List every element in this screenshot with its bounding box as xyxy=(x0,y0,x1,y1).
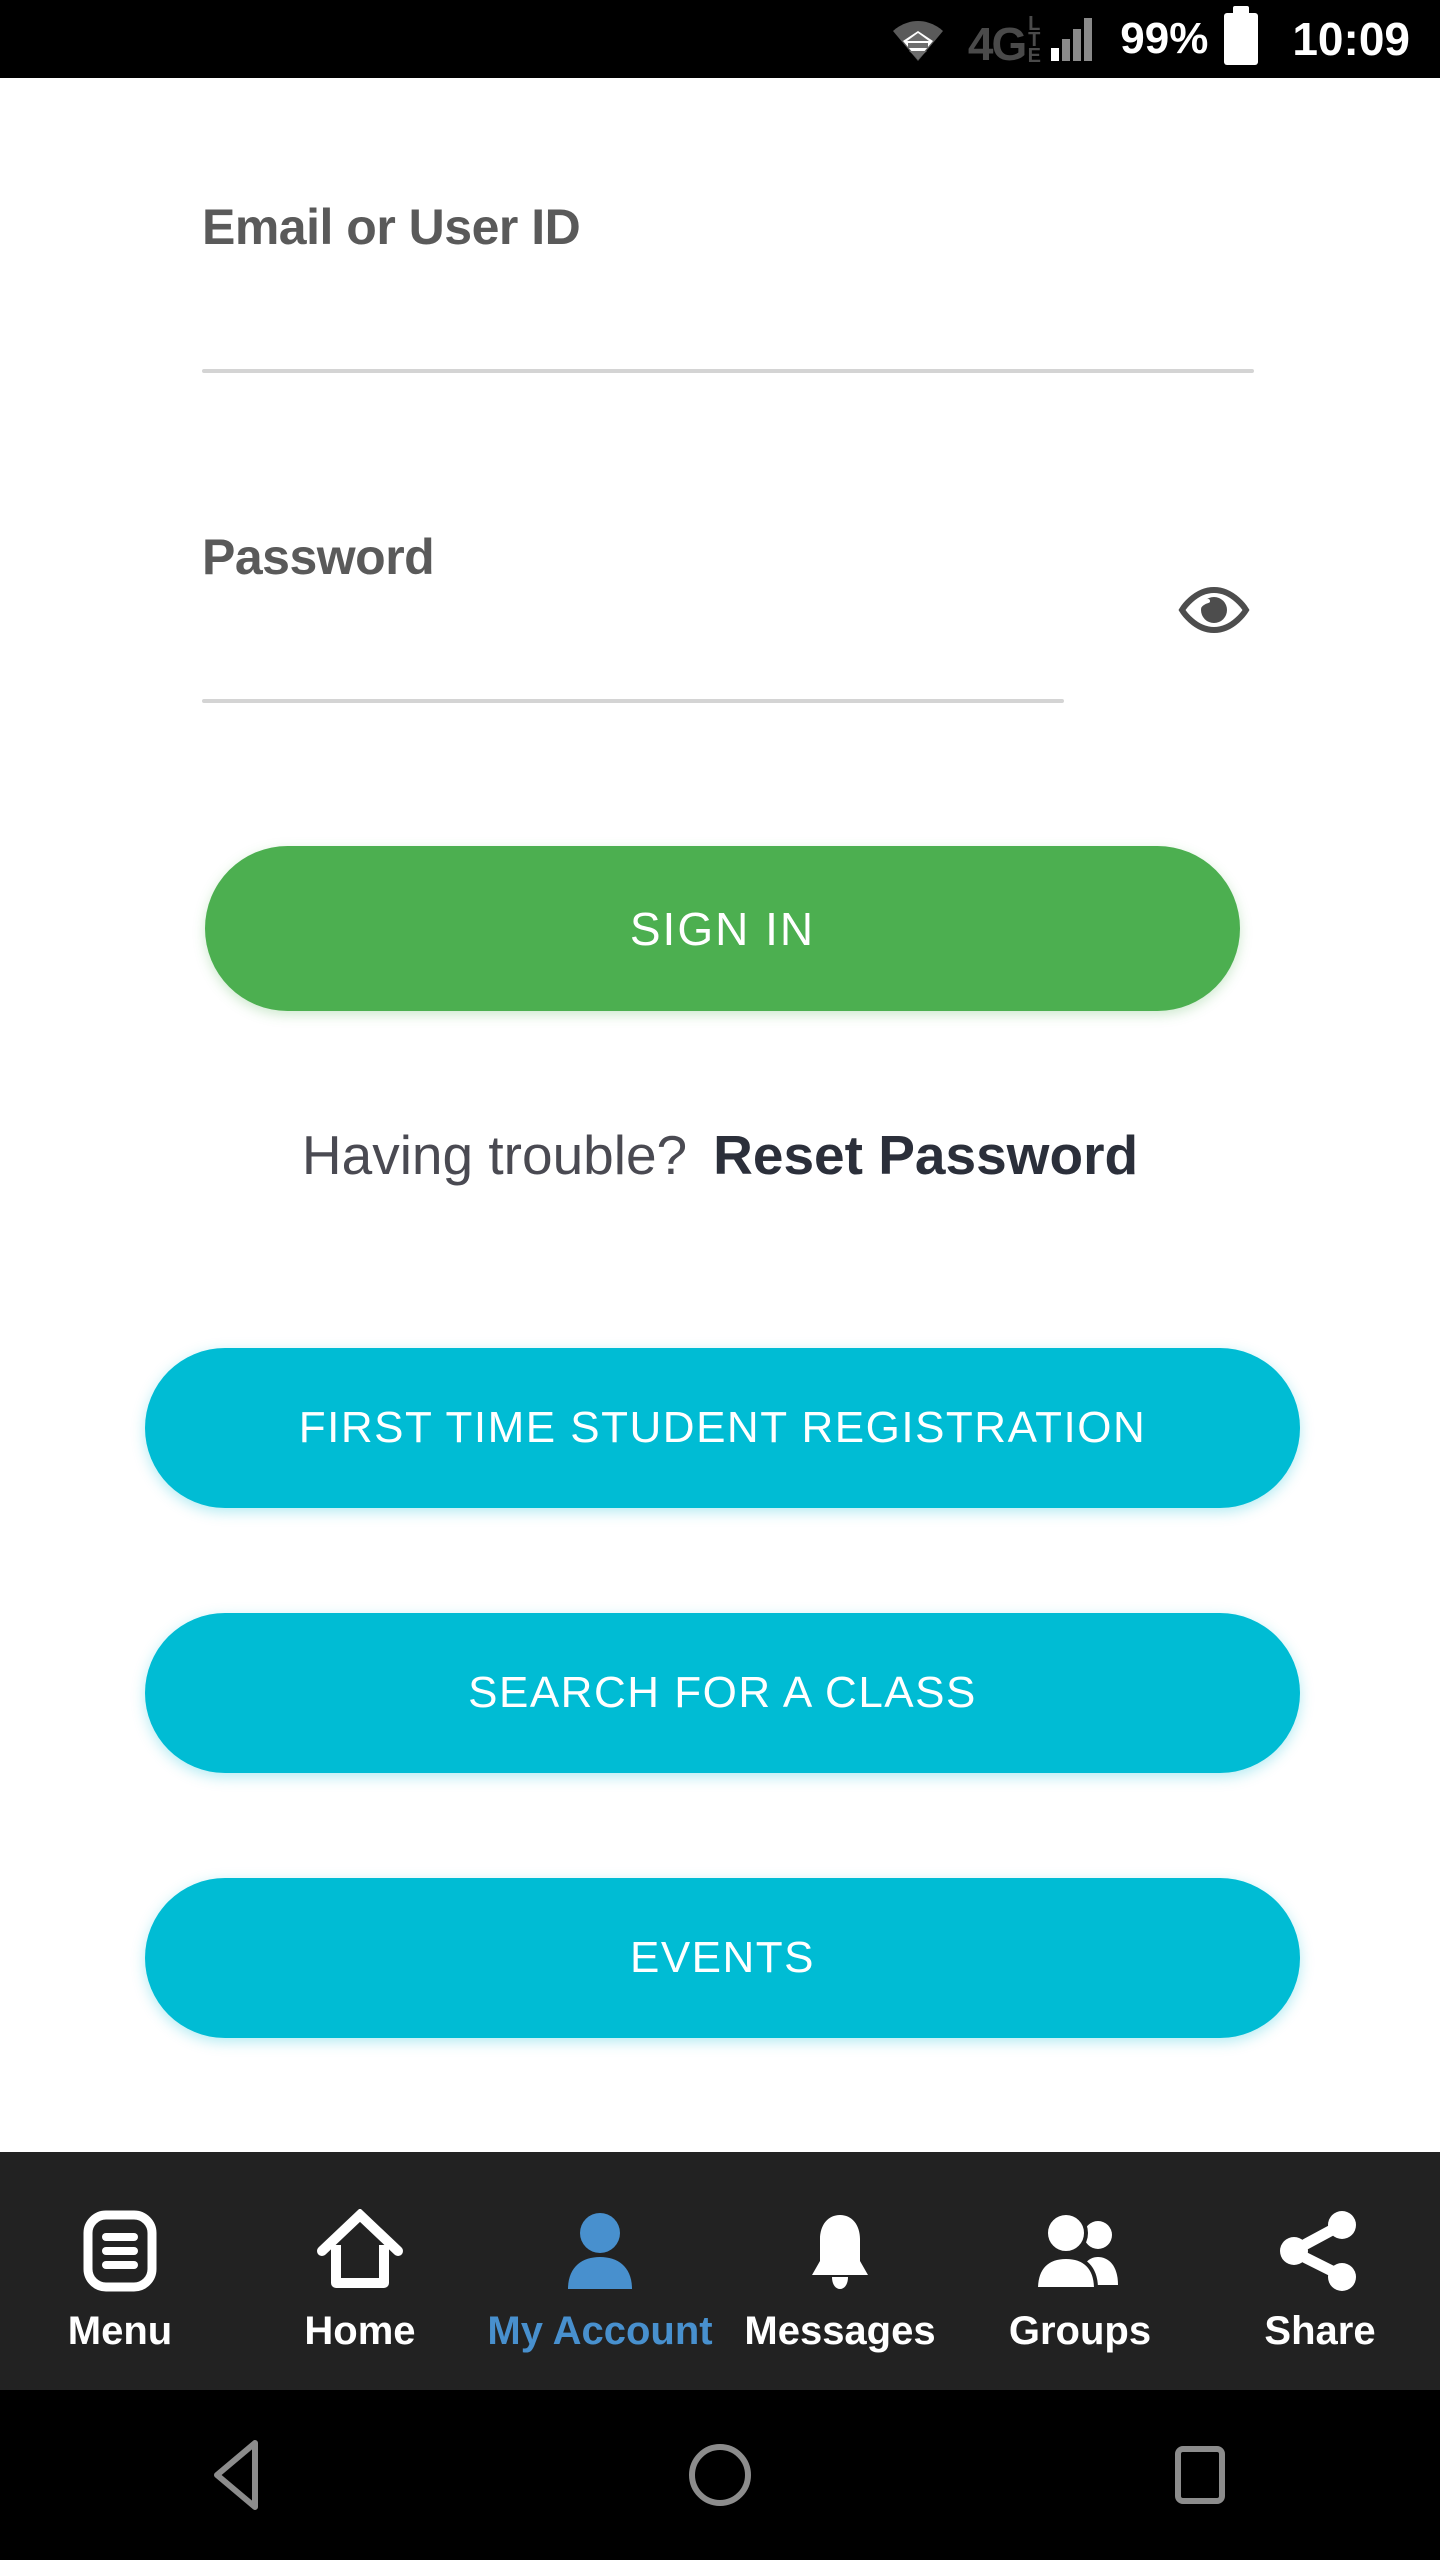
email-input[interactable] xyxy=(202,369,1254,373)
search-for-a-class-button[interactable]: SEARCH FOR A CLASS xyxy=(145,1613,1300,1773)
nav-item-share[interactable]: Share xyxy=(1200,2152,1440,2390)
nav-label-menu: Menu xyxy=(67,2308,173,2353)
nav-label-messages: Messages xyxy=(744,2308,936,2353)
nav-item-messages[interactable]: Messages xyxy=(720,2152,960,2390)
first-time-student-registration-button[interactable]: FIRST TIME STUDENT REGISTRATION xyxy=(145,1348,1300,1508)
nav-label-groups: Groups xyxy=(1008,2308,1152,2353)
bell-icon xyxy=(800,2207,880,2295)
status-bar-clock: 10:09 xyxy=(1292,13,1410,65)
nav-item-groups[interactable]: Groups xyxy=(960,2152,1200,2390)
nav-label-share: Share xyxy=(1264,2308,1376,2353)
signal-bars-icon xyxy=(1051,17,1093,61)
bottom-navigation-bar: Menu Home My Account Messages Groups Sha… xyxy=(0,2152,1440,2390)
main-content: Email or User ID Password SIGN IN Having… xyxy=(0,78,1440,2152)
wifi-icon xyxy=(890,15,946,63)
email-field-label: Email or User ID xyxy=(202,199,581,255)
menu-icon xyxy=(80,2207,160,2295)
password-field-group: Password xyxy=(0,528,1440,703)
people-icon xyxy=(1030,2207,1130,2295)
password-input[interactable] xyxy=(202,699,1064,703)
nav-label-my-account: My Account xyxy=(487,2308,713,2353)
help-row: Having trouble? Reset Password xyxy=(0,1123,1440,1187)
nav-item-home[interactable]: Home xyxy=(240,2152,480,2390)
recents-square-icon[interactable] xyxy=(1100,2390,1300,2560)
nav-label-home: Home xyxy=(304,2308,416,2353)
events-button[interactable]: EVENTS xyxy=(145,1878,1300,2038)
person-icon xyxy=(560,2207,640,2295)
home-icon xyxy=(314,2207,406,2295)
reset-password-link[interactable]: Reset Password xyxy=(713,1123,1138,1187)
home-circle-icon[interactable] xyxy=(620,2390,820,2560)
sign-in-button[interactable]: SIGN IN xyxy=(205,846,1240,1011)
share-icon xyxy=(1276,2207,1364,2295)
network-type-icon: 4G LTE xyxy=(967,13,1046,70)
battery-percent-label: 99% xyxy=(1120,14,1209,63)
nav-item-menu[interactable]: Menu xyxy=(0,2152,240,2390)
eye-icon[interactable] xyxy=(1170,578,1258,642)
network-suffix-label: LTE xyxy=(1023,13,1046,61)
back-triangle-icon[interactable] xyxy=(140,2390,340,2560)
email-field-group: Email or User ID xyxy=(0,198,1440,373)
nav-item-my-account[interactable]: My Account xyxy=(480,2152,720,2390)
status-bar: 4G LTE 99% 10:09 xyxy=(0,0,1440,78)
android-system-navigation-bar xyxy=(0,2390,1440,2560)
app-screen: 4G LTE 99% 10:09 Email or User ID Passwo… xyxy=(0,0,1440,2560)
network-type-label: 4G xyxy=(967,17,1027,70)
having-trouble-label: Having trouble? xyxy=(301,1124,688,1186)
battery-full-icon xyxy=(1224,6,1259,65)
